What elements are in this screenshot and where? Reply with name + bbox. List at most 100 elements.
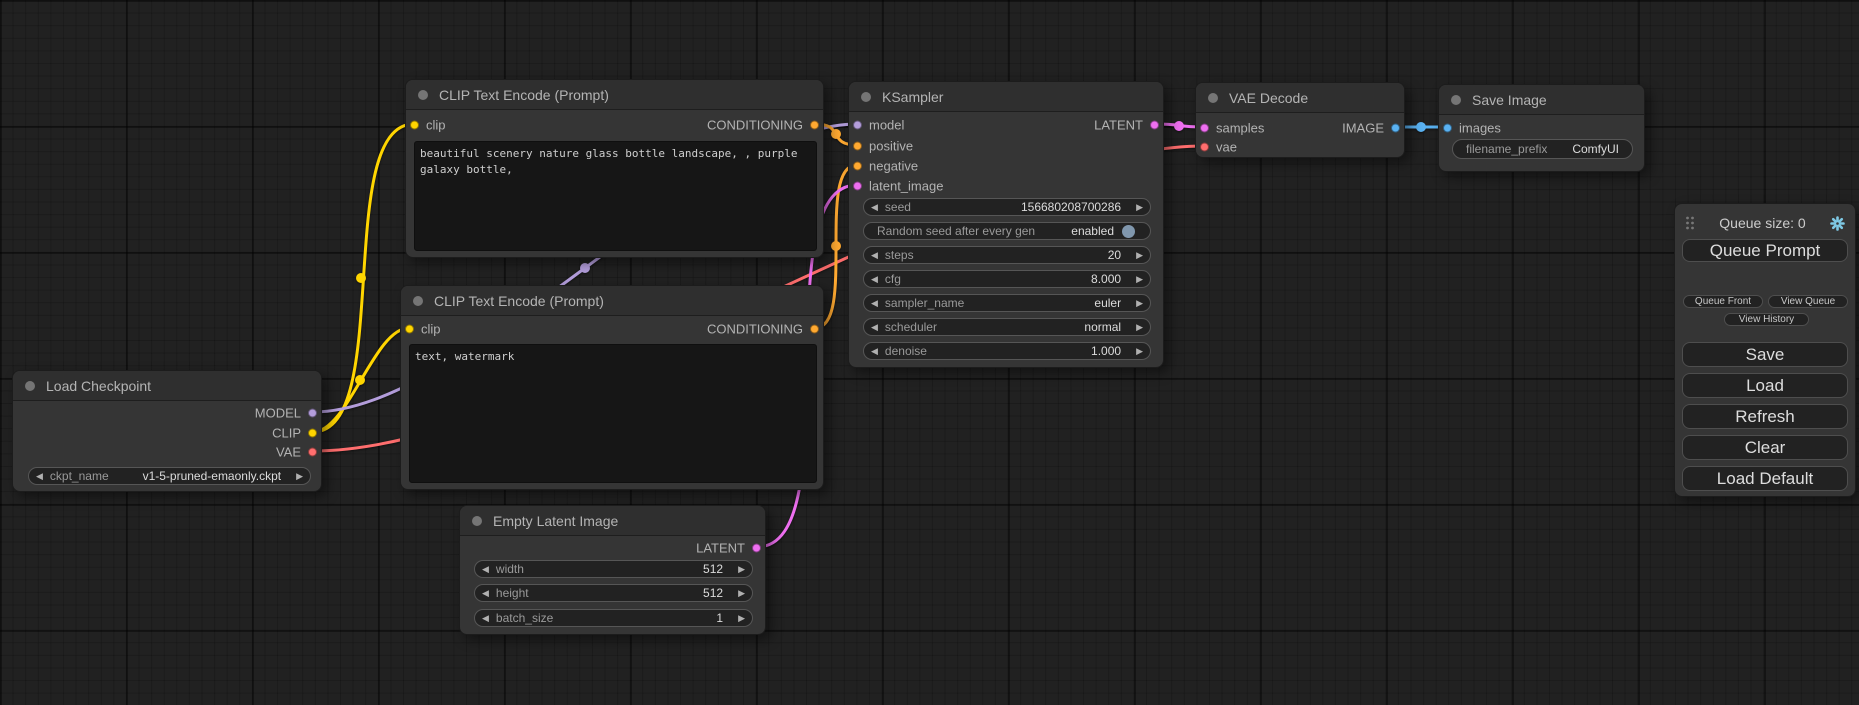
ckpt-name-widget[interactable]: ◀ ckpt_name v1-5-pruned-emaonly.ckpt ▶ [28, 467, 311, 485]
decrement-arrow-icon[interactable]: ◀ [864, 202, 885, 213]
decrement-arrow-icon[interactable]: ◀ [864, 250, 885, 261]
view-history-button[interactable]: View History [1724, 313, 1809, 326]
node-load-checkpoint[interactable]: Load Checkpoint MODEL CLIP VAE ◀ ckpt_na… [12, 370, 322, 492]
load-default-button[interactable]: Load Default [1682, 466, 1848, 491]
node-clip-text-encode-positive[interactable]: CLIP Text Encode (Prompt) clip CONDITION… [405, 79, 824, 258]
decrement-arrow-icon[interactable]: ◀ [29, 471, 50, 482]
node-title-bar[interactable]: CLIP Text Encode (Prompt) [406, 80, 823, 110]
collapse-dot-icon[interactable] [413, 296, 423, 306]
clip-input-slot[interactable] [405, 325, 414, 334]
queue-prompt-button[interactable]: Queue Prompt [1682, 239, 1848, 262]
widget-label: height [496, 586, 529, 600]
node-title-bar[interactable]: Empty Latent Image [460, 506, 765, 536]
decrement-arrow-icon[interactable]: ◀ [864, 322, 885, 333]
node-title-bar[interactable]: Load Checkpoint [13, 371, 321, 401]
slot-label: positive [869, 139, 913, 154]
decrement-arrow-icon[interactable]: ◀ [864, 274, 885, 285]
height-widget[interactable]: ◀ height 512 ▶ [474, 584, 753, 602]
link-midpoint-dot [1416, 122, 1426, 132]
sampler-name-widget[interactable]: ◀ sampler_name euler ▶ [863, 294, 1151, 312]
collapse-dot-icon[interactable] [861, 92, 871, 102]
collapse-dot-icon[interactable] [25, 381, 35, 391]
collapse-dot-icon[interactable] [472, 516, 482, 526]
image-output-slot[interactable] [1391, 124, 1400, 133]
increment-arrow-icon[interactable]: ▶ [1129, 250, 1150, 261]
increment-arrow-icon[interactable]: ▶ [731, 613, 752, 624]
positive-input-slot[interactable] [853, 142, 862, 151]
node-vae-decode[interactable]: VAE Decode samples IMAGE vae [1195, 82, 1405, 158]
seed-widget[interactable]: ◀ seed 156680208700286 ▶ [863, 198, 1151, 216]
toggle-dot-icon[interactable] [1122, 225, 1135, 238]
refresh-button[interactable]: Refresh [1682, 404, 1848, 429]
decrement-arrow-icon[interactable]: ◀ [475, 613, 496, 624]
collapse-dot-icon[interactable] [1208, 93, 1218, 103]
queue-size-label: Queue size: 0 [1695, 215, 1830, 231]
node-title-bar[interactable]: KSampler [849, 82, 1163, 112]
increment-arrow-icon[interactable]: ▶ [1129, 346, 1150, 357]
negative-prompt-textarea[interactable]: text, watermark [409, 344, 817, 483]
increment-arrow-icon[interactable]: ▶ [1129, 202, 1150, 213]
widget-value: 1.000 [1091, 344, 1129, 358]
decrement-arrow-icon[interactable]: ◀ [475, 588, 496, 599]
random-seed-toggle-widget[interactable]: Random seed after every gen enabled [863, 222, 1151, 240]
denoise-widget[interactable]: ◀ denoise 1.000 ▶ [863, 342, 1151, 360]
link-midpoint-dot [831, 129, 841, 139]
increment-arrow-icon[interactable]: ▶ [731, 564, 752, 575]
conditioning-output-slot[interactable] [810, 325, 819, 334]
model-input-slot[interactable] [853, 121, 862, 130]
latent-output-slot[interactable] [752, 544, 761, 553]
decrement-arrow-icon[interactable]: ◀ [475, 564, 496, 575]
increment-arrow-icon[interactable]: ▶ [1129, 298, 1150, 309]
node-title-bar[interactable]: VAE Decode [1196, 83, 1404, 113]
latent-output-slot[interactable] [1150, 121, 1159, 130]
load-button[interactable]: Load [1682, 373, 1848, 398]
images-input-slot[interactable] [1443, 124, 1452, 133]
increment-arrow-icon[interactable]: ▶ [1129, 274, 1150, 285]
link-midpoint-dot [580, 263, 590, 273]
clip-output-slot[interactable] [308, 429, 317, 438]
node-title: KSampler [882, 89, 943, 105]
widget-label: filename_prefix [1466, 142, 1547, 156]
cfg-widget[interactable]: ◀ cfg 8.000 ▶ [863, 270, 1151, 288]
clear-button[interactable]: Clear [1682, 435, 1848, 460]
save-button[interactable]: Save [1682, 342, 1848, 367]
scheduler-widget[interactable]: ◀ scheduler normal ▶ [863, 318, 1151, 336]
conditioning-output-slot[interactable] [810, 121, 819, 130]
increment-arrow-icon[interactable]: ▶ [1129, 322, 1150, 333]
filename-prefix-widget[interactable]: filename_prefix ComfyUI [1452, 139, 1633, 159]
samples-input-slot[interactable] [1200, 124, 1209, 133]
positive-prompt-textarea[interactable]: beautiful scenery nature glass bottle la… [414, 141, 817, 251]
node-ksampler[interactable]: KSampler model LATENT positive negative … [848, 81, 1164, 368]
node-graph-canvas[interactable]: Load Checkpoint MODEL CLIP VAE ◀ ckpt_na… [0, 0, 1859, 705]
batch-size-widget[interactable]: ◀ batch_size 1 ▶ [474, 609, 753, 627]
steps-widget[interactable]: ◀ steps 20 ▶ [863, 246, 1151, 264]
queue-front-button[interactable]: Queue Front [1683, 295, 1763, 308]
node-empty-latent-image[interactable]: Empty Latent Image LATENT ◀ width 512 ▶ … [459, 505, 766, 635]
view-queue-button[interactable]: View Queue [1768, 295, 1848, 308]
width-widget[interactable]: ◀ width 512 ▶ [474, 560, 753, 578]
settings-gear-icon[interactable] [1830, 216, 1845, 231]
vae-input-slot[interactable] [1200, 143, 1209, 152]
decrement-arrow-icon[interactable]: ◀ [864, 298, 885, 309]
drag-handle-icon[interactable] [1685, 215, 1695, 231]
vae-output-slot[interactable] [308, 448, 317, 457]
increment-arrow-icon[interactable]: ▶ [731, 588, 752, 599]
decrement-arrow-icon[interactable]: ◀ [864, 346, 885, 357]
node-title: Save Image [1472, 92, 1547, 108]
widget-label: seed [885, 200, 911, 214]
latent-image-input-slot[interactable] [853, 182, 862, 191]
increment-arrow-icon[interactable]: ▶ [289, 471, 310, 482]
slot-label: IMAGE [1342, 121, 1384, 136]
model-output-slot[interactable] [308, 409, 317, 418]
collapse-dot-icon[interactable] [1451, 95, 1461, 105]
node-clip-text-encode-negative[interactable]: CLIP Text Encode (Prompt) clip CONDITION… [400, 285, 824, 490]
node-save-image[interactable]: Save Image images filename_prefix ComfyU… [1438, 84, 1645, 172]
widget-value: normal [1084, 320, 1129, 334]
collapse-dot-icon[interactable] [418, 90, 428, 100]
slot-label: VAE [276, 445, 301, 460]
negative-input-slot[interactable] [853, 162, 862, 171]
clip-input-slot[interactable] [410, 121, 419, 130]
node-title-bar[interactable]: CLIP Text Encode (Prompt) [401, 286, 823, 316]
slot-label: CONDITIONING [707, 118, 803, 133]
node-title-bar[interactable]: Save Image [1439, 85, 1644, 115]
